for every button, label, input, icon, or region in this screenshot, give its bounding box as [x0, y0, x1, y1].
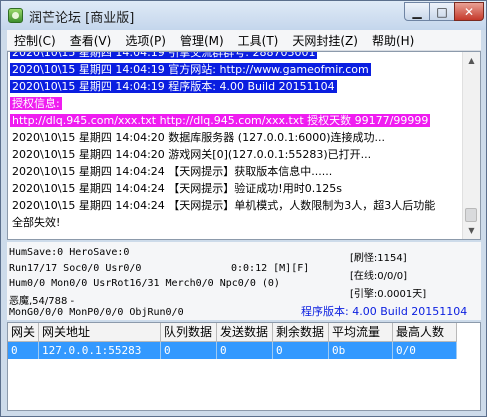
title-bar[interactable]: 润芒论坛 [商业版] ▁ □ ✕: [1, 1, 486, 30]
menu-control[interactable]: 控制(C): [7, 32, 63, 49]
log-line-text: 2020\10\15 星期四 14:04:19 程序版本: 4.00 Build…: [10, 80, 337, 93]
log-line: 2020\10\15 星期四 14:04:19 程序版本: 4.00 Build…: [10, 78, 465, 95]
status-timer: 0:0:12 [M][F]: [231, 263, 310, 274]
log-line: http://dlq.945.com/xxx.txt http://dlq.94…: [10, 112, 465, 129]
status-refresh: [刷怪:1154]: [350, 253, 407, 264]
table-cell: 0: [273, 342, 329, 359]
table-row[interactable]: 0 127.0.0.1:55283 0 0 0 0b 0/0: [8, 342, 457, 359]
menu-anticheat[interactable]: 天网封挂(Z): [285, 32, 365, 49]
log-line-text: 2020\10\15 星期四 14:04:19 官方网站: http://www…: [10, 63, 371, 76]
col-average-traffic[interactable]: 平均流量: [329, 323, 393, 341]
status-engine-days: [引擎:0.0001天]: [350, 289, 427, 300]
scroll-thumb[interactable]: [465, 208, 477, 222]
log-line-text: 授权信息:: [10, 97, 62, 110]
status-monster: 恶魔,54/788 -: [9, 296, 75, 307]
log-line: 全部失效!: [10, 214, 465, 231]
col-send-data[interactable]: 发送数据: [217, 323, 273, 341]
log-line-text: 2020\10\15 星期四 14:04:19 引擎交流群群号: 2887030…: [10, 52, 318, 59]
log-line-text: 2020\10\15 星期四 14:04:20 游戏网关[0](127.0.0.…: [12, 148, 372, 161]
table-cell: 0: [217, 342, 273, 359]
log-line: 2020\10\15 星期四 14:04:20 数据库服务器 (127.0.0.…: [10, 129, 465, 146]
log-line-text: 2020\10\15 星期四 14:04:24 【天网提示】验证成功!用时0.1…: [12, 182, 342, 195]
status-humsave: HumSave:0 HeroSave:0: [9, 247, 130, 258]
log-line: 授权信息:: [10, 95, 465, 112]
green-app-icon: [8, 8, 23, 23]
log-line: 2020\10\15 星期四 14:04:19 引擎交流群群号: 2887030…: [10, 52, 465, 61]
menu-view[interactable]: 查看(V): [63, 32, 119, 49]
col-queue-data[interactable]: 队列数据: [161, 323, 217, 341]
log-scrollbar[interactable]: ▲ ▼: [462, 52, 480, 239]
scroll-up-icon[interactable]: ▲: [463, 52, 480, 69]
log-line: 2020\10\15 星期四 14:04:19 官方网站: http://www…: [10, 61, 465, 78]
col-remaining-data[interactable]: 剩余数据: [273, 323, 329, 341]
log-line-text: http://dlq.945.com/xxx.txt http://dlq.94…: [10, 114, 431, 127]
status-panel: HumSave:0 HeroSave:0 Run17/17 Soc0/0 Usr…: [7, 242, 481, 320]
col-max-players[interactable]: 最高人数: [393, 323, 457, 341]
status-version: 程序版本: 4.00 Build 20151104: [301, 305, 468, 318]
log-line: 2020\10\15 星期四 14:04:24 【天网提示】单机模式，人数限制为…: [10, 197, 465, 214]
close-button[interactable]: ✕: [454, 2, 484, 21]
menu-options[interactable]: 选项(P): [118, 32, 173, 49]
log-lines: 2020\10\15 星期四 14:04:19 引擎交流群群号: 2887030…: [10, 52, 465, 231]
menu-help[interactable]: 帮助(H): [365, 32, 421, 49]
status-hum: Hum0/0 Mon0/0 UsrRot16/31 Merch0/0 Npc0/…: [9, 278, 280, 289]
scroll-down-icon[interactable]: ▼: [463, 222, 480, 239]
table-cell: 0: [8, 342, 39, 359]
status-run: Run17/17 Soc0/0 Usr0/0: [9, 263, 142, 274]
table-cell: 0: [161, 342, 217, 359]
log-line-text: 2020\10\15 星期四 14:04:24 【天网提示】获取版本信息中...…: [12, 165, 333, 178]
window-title: 润芒论坛 [商业版]: [29, 11, 135, 26]
log-line-text: 2020\10\15 星期四 14:04:24 【天网提示】单机模式，人数限制为…: [12, 199, 436, 212]
menu-manage[interactable]: 管理(M): [173, 32, 231, 49]
app-window: 润芒论坛 [商业版] ▁ □ ✕ 控制(C) 查看(V) 选项(P) 管理(M)…: [0, 0, 487, 417]
log-line-text: 2020\10\15 星期四 14:04:20 数据库服务器 (127.0.0.…: [12, 131, 386, 144]
table-cell: 127.0.0.1:55283: [39, 342, 161, 359]
status-mon: MonG0/0/0 MonP0/0/0 ObjRun0/0: [9, 307, 184, 318]
col-gateway-address[interactable]: 网关地址: [39, 323, 161, 341]
status-online: [在线:0/0/0]: [350, 271, 407, 282]
log-line-text: 全部失效!: [12, 216, 61, 229]
maximize-button[interactable]: □: [429, 2, 455, 21]
menu-bar: 控制(C) 查看(V) 选项(P) 管理(M) 工具(T) 天网封挂(Z) 帮助…: [7, 30, 481, 51]
table-cell: 0/0: [393, 342, 457, 359]
log-panel[interactable]: 2020\10\15 星期四 14:04:19 引擎交流群群号: 2887030…: [7, 51, 481, 240]
col-gateway[interactable]: 网关: [8, 323, 39, 341]
menu-tools[interactable]: 工具(T): [231, 32, 286, 49]
log-line: 2020\10\15 星期四 14:04:24 【天网提示】获取版本信息中...…: [10, 163, 465, 180]
minimize-button[interactable]: ▁: [404, 2, 430, 21]
gateway-table: 网关 网关地址 队列数据 发送数据 剩余数据 平均流量 最高人数 0 127.0…: [7, 322, 481, 411]
log-line: 2020\10\15 星期四 14:04:24 【天网提示】验证成功!用时0.1…: [10, 180, 465, 197]
table-cell: 0b: [329, 342, 393, 359]
log-line: 2020\10\15 星期四 14:04:20 游戏网关[0](127.0.0.…: [10, 146, 465, 163]
table-header: 网关 网关地址 队列数据 发送数据 剩余数据 平均流量 最高人数: [8, 323, 457, 342]
